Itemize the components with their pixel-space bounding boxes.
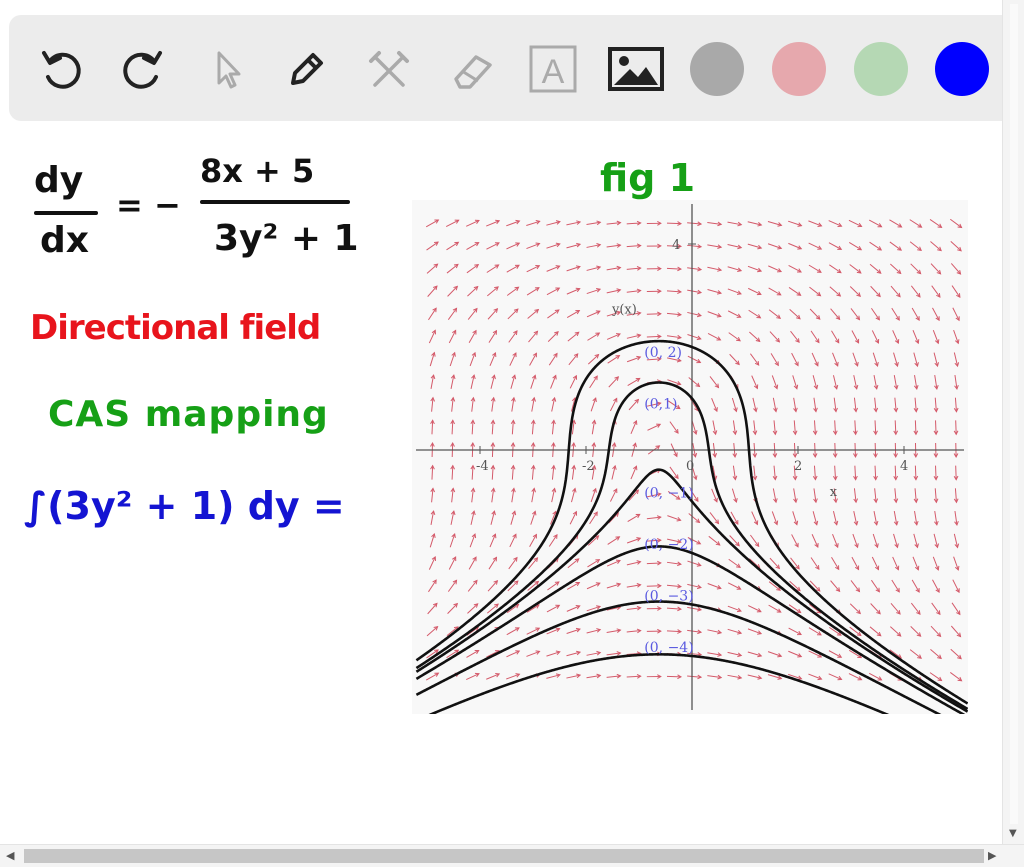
image-button[interactable] bbox=[606, 39, 666, 99]
scroll-right-arrow-icon[interactable]: ▶ bbox=[988, 849, 996, 862]
equation-equals: = − bbox=[116, 186, 181, 224]
text-button[interactable]: A bbox=[523, 39, 583, 99]
color-swatch-gray[interactable] bbox=[690, 42, 744, 96]
equation-right-fraction-bar bbox=[200, 200, 350, 204]
horizontal-scrollbar-thumb[interactable] bbox=[24, 849, 984, 863]
color-swatch-blue[interactable] bbox=[935, 42, 989, 96]
x-axis-label: x bbox=[830, 485, 838, 500]
note-cas-mapping: CAS mapping bbox=[48, 394, 329, 435]
undo-icon bbox=[32, 39, 92, 99]
scroll-down-arrow-icon[interactable]: ▼ bbox=[1009, 828, 1017, 839]
curve-label: (0, 2) bbox=[644, 345, 682, 361]
text-icon-glyph: A bbox=[542, 53, 565, 91]
toolbar: A bbox=[9, 15, 1016, 121]
y-tick-label: 4 bbox=[672, 238, 680, 253]
color-swatch-pink[interactable] bbox=[772, 42, 826, 96]
equation-denominator: 3y² + 1 bbox=[214, 218, 359, 259]
y-axis-label: y(x) bbox=[611, 303, 637, 318]
x-tick-label: -4 bbox=[476, 459, 489, 474]
pointer-button[interactable] bbox=[195, 39, 255, 99]
curve-label: (0, −3) bbox=[644, 589, 693, 605]
x-tick-label: 4 bbox=[900, 459, 908, 474]
eraser-icon bbox=[442, 39, 502, 99]
x-tick-label: 0 bbox=[686, 459, 694, 474]
color-swatch-green[interactable] bbox=[854, 42, 908, 96]
undo-button[interactable] bbox=[32, 39, 92, 99]
pen-button[interactable] bbox=[277, 39, 337, 99]
direction-field-plot: -4 -2 0 2 4 4 x y(x) (0, 2) (0,1) (0, −1) (0, −2) (… bbox=[412, 200, 968, 714]
curve-label: (0, −2) bbox=[644, 537, 693, 553]
eraser-button[interactable] bbox=[442, 39, 502, 99]
equation-numerator: 8x + 5 bbox=[200, 152, 314, 190]
equation-dx: dx bbox=[40, 220, 89, 261]
curve-label: (0, −4) bbox=[644, 640, 693, 656]
vertical-scrollbar-thumb[interactable] bbox=[1010, 4, 1018, 824]
text-icon: A bbox=[523, 39, 583, 99]
redo-button[interactable] bbox=[112, 39, 172, 99]
note-integral: ∫(3y² + 1) dy = bbox=[24, 484, 345, 528]
scroll-left-arrow-icon[interactable]: ◀ bbox=[6, 849, 14, 862]
note-directional-field: Directional field bbox=[30, 308, 320, 348]
equation-left-fraction-bar bbox=[34, 211, 98, 215]
pointer-icon bbox=[195, 39, 255, 99]
curve-label: (0,1) bbox=[644, 397, 677, 413]
image-icon bbox=[606, 39, 666, 99]
curve-label: (0, −1) bbox=[644, 486, 693, 502]
pen-icon bbox=[277, 39, 337, 99]
figure-label: fig 1 bbox=[600, 156, 695, 200]
redo-icon bbox=[112, 39, 172, 99]
x-tick-label: 2 bbox=[794, 459, 802, 474]
vertical-scrollbar[interactable]: ▼ bbox=[1002, 0, 1024, 844]
tools-icon bbox=[359, 39, 419, 99]
horizontal-scrollbar[interactable]: ◀ ▶ bbox=[0, 844, 1024, 867]
equation-dy: dy bbox=[34, 160, 83, 201]
x-tick-label: -2 bbox=[582, 459, 595, 474]
tools-button[interactable] bbox=[359, 39, 419, 99]
